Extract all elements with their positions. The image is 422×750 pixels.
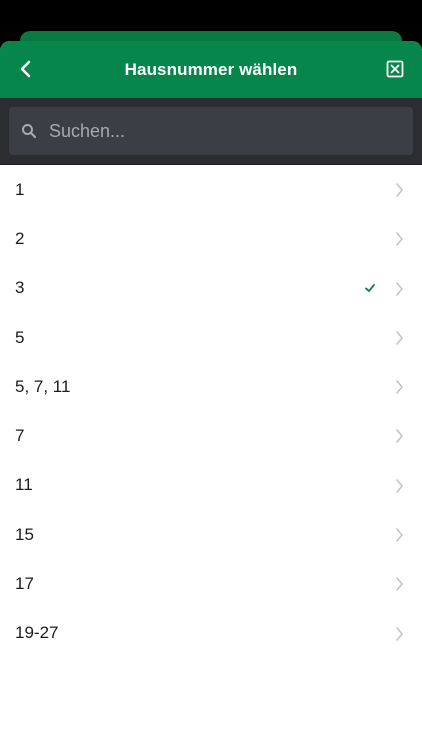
list-item-label: 19-27 xyxy=(15,623,59,643)
list-item[interactable]: 7 xyxy=(0,411,422,460)
list-item[interactable]: 5 xyxy=(0,313,422,362)
chevron-right-icon xyxy=(396,528,403,542)
navigation-bar: Hausnummer wählen xyxy=(0,41,422,98)
list-item[interactable]: 11 xyxy=(0,461,422,510)
list-item-label: 7 xyxy=(15,426,25,446)
list-item-label: 1 xyxy=(15,179,25,199)
chevron-right-icon xyxy=(396,232,403,247)
search-field[interactable] xyxy=(9,107,413,155)
close-button[interactable] xyxy=(384,58,406,80)
list-item-label: 3 xyxy=(15,278,25,298)
search-bar xyxy=(0,98,422,165)
search-input[interactable] xyxy=(49,107,413,155)
chevron-right-icon xyxy=(396,281,403,296)
close-box-icon xyxy=(386,60,404,78)
house-number-list: 1 2 3 5 5, 7, 11 7 11 15 17 19-27 xyxy=(0,165,422,658)
chevron-right-icon xyxy=(396,478,403,493)
search-icon xyxy=(19,121,39,141)
chevron-left-icon xyxy=(20,60,31,78)
list-item[interactable]: 5, 7, 11 xyxy=(0,362,422,411)
page-title: Hausnummer wählen xyxy=(124,59,298,79)
list-item[interactable]: 17 xyxy=(0,559,422,608)
back-button[interactable] xyxy=(12,55,40,83)
list-item[interactable]: 19-27 xyxy=(0,609,422,658)
chevron-right-icon xyxy=(396,380,403,394)
chevron-right-icon xyxy=(396,183,403,197)
list-item[interactable]: 15 xyxy=(0,510,422,559)
list-item-label: 17 xyxy=(15,574,34,594)
list-item-label: 5 xyxy=(15,327,25,347)
checkmark-icon xyxy=(365,283,375,292)
chevron-right-icon xyxy=(396,577,403,592)
modal-sheet: Hausnummer wählen 1 2 3 5 5, 7, 11 7 11 15 17 19-… xyxy=(0,41,422,750)
list-item-label: 2 xyxy=(15,228,25,248)
chevron-right-icon xyxy=(396,626,403,641)
chevron-right-icon xyxy=(396,331,403,345)
list-item[interactable]: 1 xyxy=(0,165,422,214)
chevron-right-icon xyxy=(396,429,403,444)
list-item-label: 5, 7, 11 xyxy=(15,376,71,396)
list-item[interactable]: 3 xyxy=(0,264,422,313)
list-item-label: 11 xyxy=(15,475,33,495)
list-item-label: 15 xyxy=(15,524,34,544)
list-item[interactable]: 2 xyxy=(0,214,422,263)
